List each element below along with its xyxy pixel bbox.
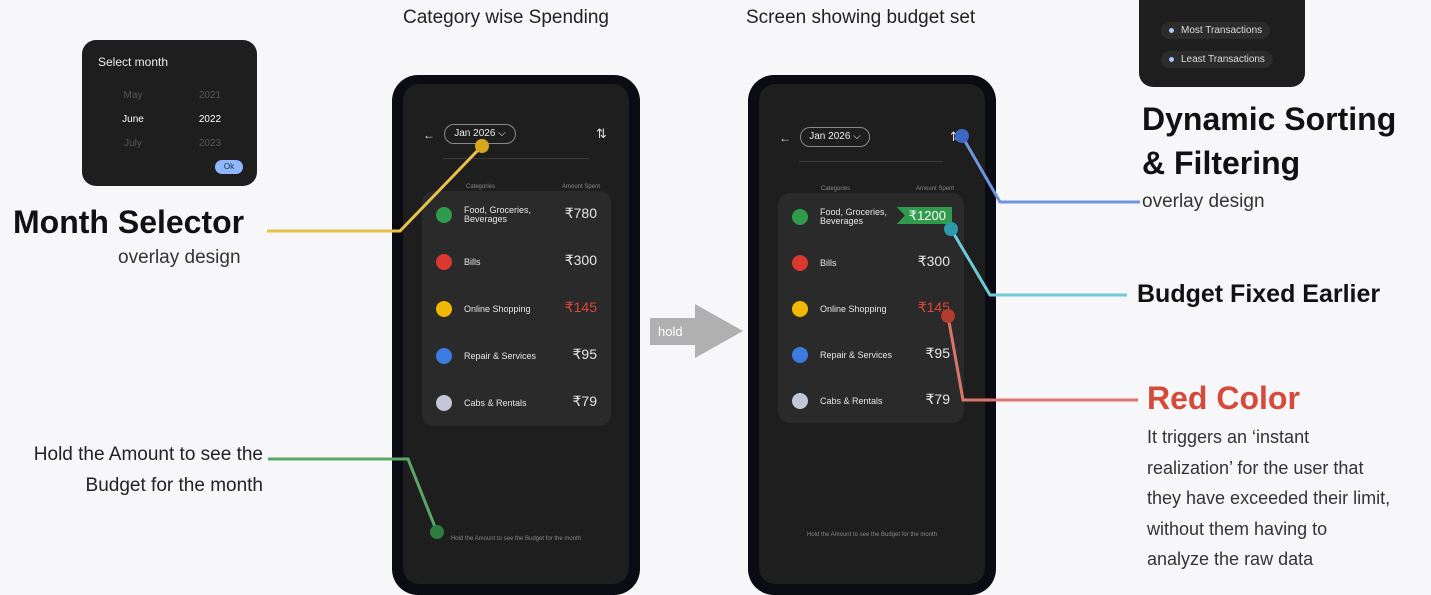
connector-dot-red	[941, 309, 955, 323]
connector-dot-budget	[944, 222, 958, 236]
connector-red-color	[946, 315, 1138, 402]
annotation-connectors	[267, 129, 1140, 539]
connector-sorting	[960, 135, 1140, 204]
connector-dot-sort	[955, 129, 969, 143]
connector-hold-hint	[268, 457, 439, 533]
connector-month-selector	[267, 144, 484, 233]
connector-dot-month	[475, 139, 489, 153]
connector-dot-hold	[430, 525, 444, 539]
connector-budget-fixed	[949, 228, 1127, 297]
